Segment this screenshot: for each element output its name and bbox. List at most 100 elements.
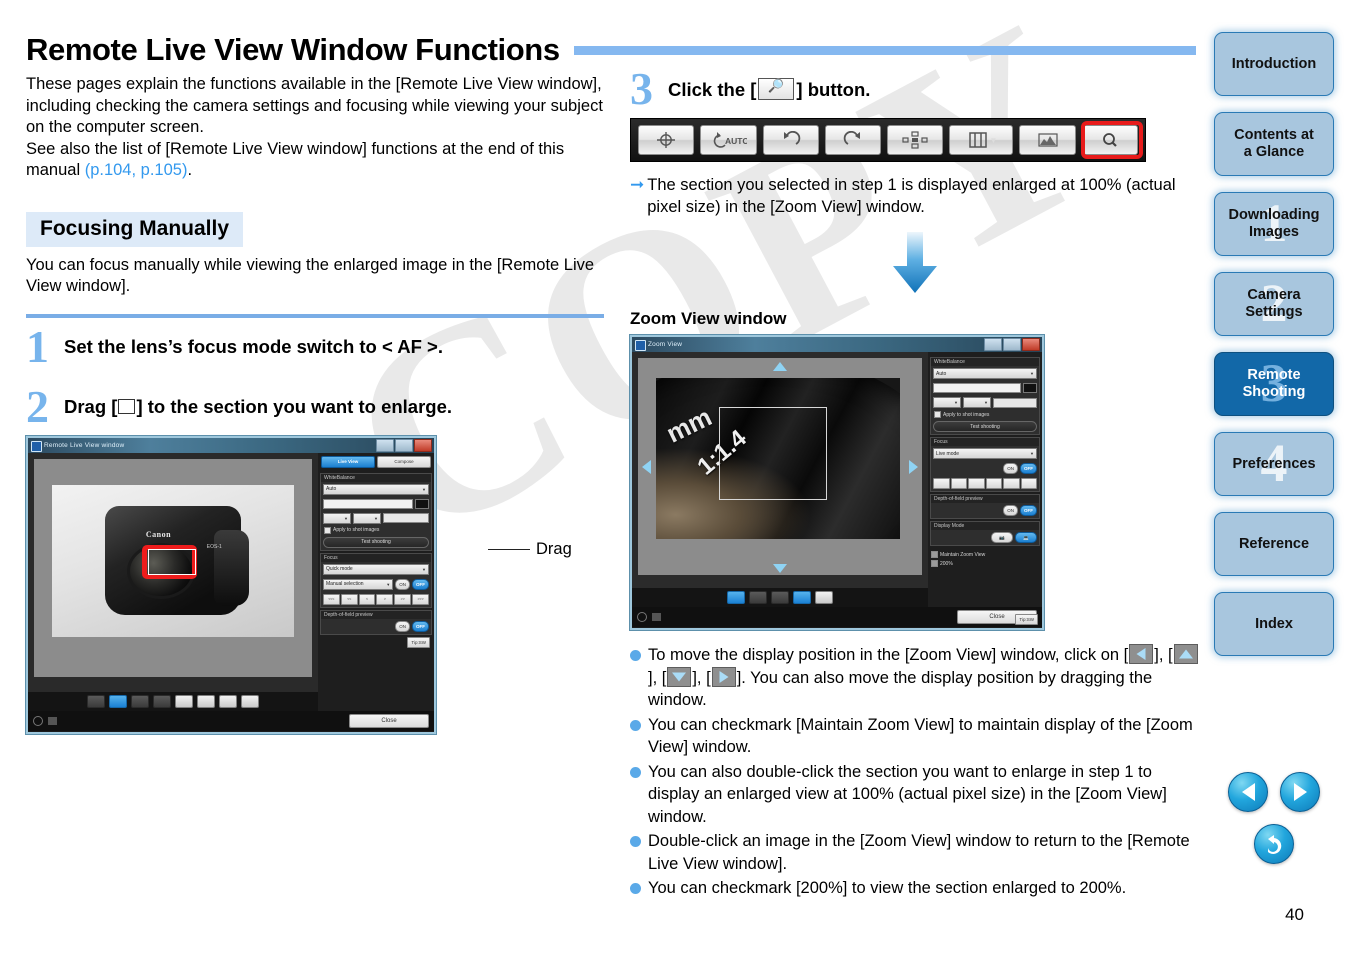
sidebar-item-camera-settings[interactable]: 2 Camera Settings [1214,272,1334,336]
focus-step-far1[interactable] [968,478,985,489]
wb-shift-select[interactable] [353,512,381,524]
sidebar-item-contents-at-a-glance[interactable]: Contents at a Glance [1214,112,1334,176]
minimize-button[interactable] [376,438,394,452]
focus-selection-row[interactable]: Manual selection ON OFF [321,577,431,592]
display-mode-row[interactable]: 📷 💻 [931,530,1039,545]
return-button[interactable] [1254,824,1294,864]
dof-on-button[interactable]: ON [395,620,410,632]
aspect-ratio-icon[interactable]: ▼ [949,125,1014,155]
focus-step-buttons[interactable]: <<< << < > >> >>> [321,592,431,607]
grid-layout-icon[interactable] [793,591,811,604]
focus-mode-row[interactable]: Quick mode [321,562,431,577]
wb-tools-row[interactable] [321,511,431,526]
zoom-selection-frame[interactable] [719,406,827,501]
sidebar-item-index[interactable]: Index [1214,592,1334,656]
enlarge-selection-frame[interactable] [147,549,196,575]
focus-step-far2[interactable]: << [340,593,358,605]
sidebar-item-remote-shooting[interactable]: 3 Remote Shooting [1214,352,1334,416]
zoom-viewer[interactable]: mm 1:1.4 [632,352,928,607]
rotate-left-icon[interactable] [131,694,149,708]
tab-compose[interactable]: Compose [377,455,431,468]
auto-rotate-icon[interactable]: AUTO [700,125,757,155]
test-shooting-button[interactable]: Test shooting [323,536,429,548]
focus-step-buttons[interactable] [931,476,1039,491]
remote-close-button[interactable]: Close [349,713,429,728]
live-view-toolbar[interactable] [28,691,318,711]
sidebar-item-introduction[interactable]: Introduction [1214,32,1334,96]
focus-off-button[interactable]: OFF [1020,463,1037,474]
live-view-viewer[interactable]: Canon EOS-1 [28,452,318,711]
view-mode-tabs[interactable]: Live View Compose [318,453,434,471]
chevron-down-icon[interactable]: ▼ [989,136,997,145]
auto-rotate-icon[interactable] [727,591,745,604]
dof-toggle-row[interactable]: ON OFF [321,619,431,634]
rotate-right-icon[interactable] [153,694,171,708]
focus-mode-select[interactable]: Quick mode [323,563,429,575]
rotate-right-icon[interactable] [824,125,882,155]
maximize-button[interactable] [395,438,413,452]
white-balance-row[interactable]: Auto [321,482,431,497]
dof-off-button[interactable]: OFF [1020,505,1037,516]
dof-toggle-row[interactable]: ON OFF [931,503,1039,518]
move-up-icon[interactable] [773,362,787,371]
focus-target-icon[interactable] [87,694,105,708]
focus-step-near1[interactable]: > [376,593,394,605]
white-balance-select[interactable]: Auto [323,483,429,495]
eyedropper-icon[interactable] [933,397,961,408]
move-left-icon[interactable] [642,459,651,474]
focus-on-button[interactable]: ON [1003,463,1018,474]
focus-step-near3[interactable]: >>> [412,593,429,605]
maximize-button[interactable] [1003,338,1021,351]
zoom-view-toolbar[interactable] [632,588,928,607]
focus-mode-row[interactable]: Live mode [931,446,1039,461]
histogram-icon[interactable] [815,591,833,604]
white-balance-row[interactable]: Auto [931,366,1039,381]
page-reference-link[interactable]: (p.104, p.105) [85,161,188,179]
move-down-icon[interactable] [773,564,787,573]
move-right-icon[interactable] [909,459,918,474]
focus-target-icon[interactable] [638,125,695,155]
focus-step-far2[interactable] [950,478,967,489]
wb-value-field[interactable] [933,383,1021,393]
sidebar-item-downloading-images[interactable]: 1 Downloading Images [1214,192,1334,256]
focus-step-far3[interactable] [933,478,950,489]
dof-off-button[interactable]: OFF [412,620,429,632]
apply-to-shot-images-check[interactable]: Apply to shot images [321,526,431,535]
focus-step-near2[interactable] [1003,478,1020,489]
auto-rotate-icon[interactable] [109,694,127,708]
eyedropper-icon[interactable] [323,512,351,524]
aspect-ratio-icon[interactable] [197,694,215,708]
two-hundred-percent-check[interactable]: 200% [928,559,1042,568]
next-page-button[interactable] [1280,772,1320,812]
white-balance-select[interactable]: Auto [933,368,1037,379]
minimize-button[interactable] [984,338,1002,351]
focus-off-button[interactable]: OFF [412,578,429,590]
focus-step-near1[interactable] [985,478,1002,489]
sidebar-item-reference[interactable]: Reference [1214,512,1334,576]
rotate-right-icon[interactable] [771,591,789,604]
white-balance-picker-row[interactable] [321,497,431,511]
window-controls[interactable] [984,338,1040,351]
dof-on-button[interactable]: ON [1003,505,1018,516]
test-shooting-button[interactable]: Test shooting [933,421,1037,432]
sidebar-item-preferences[interactable]: 4 Preferences [1214,432,1334,496]
checkbox-icon[interactable] [931,551,938,558]
checkbox-icon[interactable] [324,526,331,534]
grid-layout-icon[interactable] [887,125,944,155]
magnifier-icon[interactable] [241,694,259,708]
focus-step-far1[interactable]: < [358,593,376,605]
grid-layout-icon[interactable] [175,694,193,708]
focus-on-button[interactable]: ON [395,578,410,590]
close-window-button[interactable] [1022,338,1040,351]
rotate-left-icon[interactable] [749,591,767,604]
focus-toggle-row[interactable]: ON OFF [931,461,1039,476]
window-controls[interactable] [376,438,432,452]
wb-tools-row[interactable] [931,395,1039,410]
rotate-left-icon[interactable] [762,125,819,155]
focus-step-far3[interactable]: <<< [323,593,340,605]
apply-to-shot-images-check[interactable]: Apply to shot images [931,410,1039,419]
maintain-zoom-view-check[interactable]: Maintain Zoom View [928,550,1042,559]
checkbox-icon[interactable] [934,411,941,418]
close-window-button[interactable] [414,438,432,452]
focus-step-near2[interactable]: >> [394,593,412,605]
